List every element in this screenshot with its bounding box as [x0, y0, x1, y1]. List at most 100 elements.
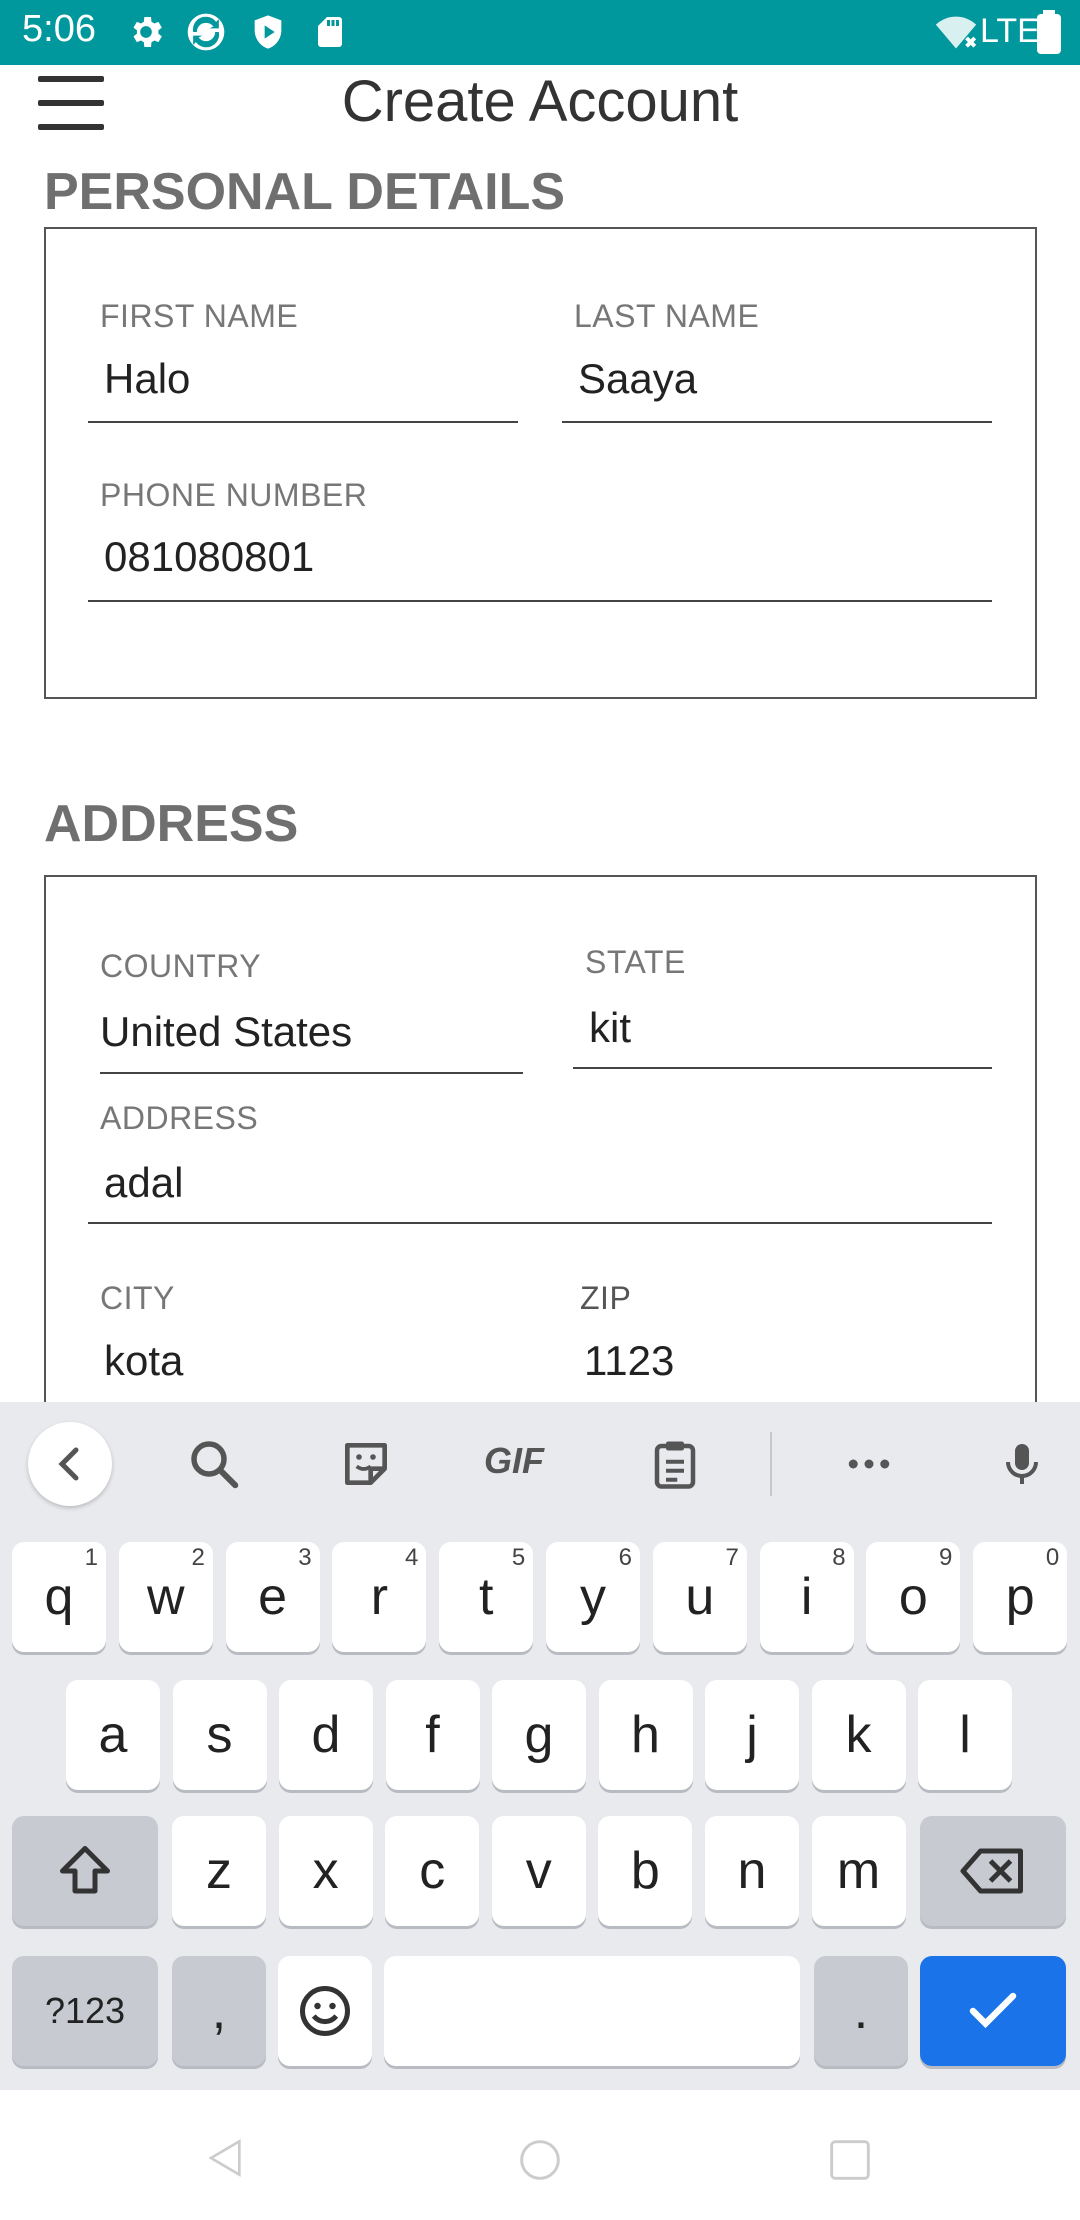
key-h[interactable]: h — [598, 1680, 693, 1790]
key-l[interactable]: l — [918, 1680, 1012, 1790]
key-l-label: l — [959, 1706, 971, 1764]
zip-label: ZIP — [580, 1280, 632, 1316]
battery-icon — [1037, 10, 1061, 54]
key-f[interactable]: f — [385, 1680, 480, 1790]
first-name-label: FIRST NAME — [100, 298, 299, 334]
key-w[interactable]: w2 — [118, 1542, 213, 1652]
address-field[interactable]: adal — [104, 1159, 183, 1207]
key-r[interactable]: r4 — [332, 1542, 427, 1652]
key-m[interactable]: m — [811, 1816, 906, 1926]
home-nav-icon[interactable] — [518, 2138, 562, 2182]
sticker-icon[interactable] — [338, 1432, 394, 1496]
key-y-hint: 6 — [618, 1544, 632, 1571]
key-z[interactable]: z — [172, 1816, 266, 1926]
key-e[interactable]: e3 — [225, 1542, 320, 1652]
shift-key[interactable] — [12, 1816, 158, 1926]
symbols-key[interactable]: ?123 — [12, 1956, 158, 2066]
chevron-left-icon — [58, 1447, 79, 1481]
key-p-label: p — [1005, 1568, 1035, 1626]
first-name-field[interactable]: Halo — [104, 355, 190, 403]
key-p[interactable]: p0 — [973, 1542, 1068, 1652]
key-a[interactable]: a — [66, 1680, 160, 1790]
key-o-hint: 9 — [939, 1544, 953, 1571]
key-q-label: q — [44, 1568, 74, 1626]
key-c-label: c — [419, 1842, 446, 1900]
phone-underline — [88, 600, 992, 602]
space-key[interactable] — [384, 1956, 800, 2066]
key-s-label: s — [206, 1706, 233, 1764]
key-r-hint: 4 — [405, 1544, 419, 1571]
key-j[interactable]: j — [705, 1680, 799, 1790]
backspace-key[interactable] — [920, 1816, 1066, 1926]
key-k[interactable]: k — [811, 1680, 906, 1790]
key-n[interactable]: n — [705, 1816, 799, 1926]
toolbar-divider — [770, 1432, 772, 1496]
emoji-key[interactable] — [278, 1956, 372, 2066]
key-v-label: v — [525, 1842, 552, 1900]
period-key[interactable]: . — [814, 1956, 908, 2066]
gif-button[interactable]: GIF — [484, 1440, 544, 1482]
key-q-hint: 1 — [84, 1544, 98, 1571]
key-i-hint: 8 — [832, 1544, 846, 1571]
key-b-label: b — [630, 1842, 660, 1900]
key-x[interactable]: x — [278, 1816, 373, 1926]
state-label: STATE — [585, 944, 686, 980]
key-v[interactable]: v — [491, 1816, 586, 1926]
key-g-label: g — [524, 1706, 554, 1764]
country-underline — [100, 1072, 523, 1074]
microphone-icon[interactable] — [998, 1432, 1046, 1496]
city-label: CITY — [100, 1280, 175, 1316]
emoji-icon — [300, 1986, 350, 2036]
state-underline — [573, 1067, 992, 1069]
enter-key[interactable] — [920, 1956, 1066, 2066]
key-r-label: r — [370, 1568, 389, 1626]
key-x-label: x — [312, 1842, 339, 1900]
last-name-field[interactable]: Saaya — [578, 355, 697, 403]
phone-label: PHONE NUMBER — [100, 477, 368, 513]
key-c[interactable]: c — [385, 1816, 480, 1926]
key-t-label: t — [478, 1568, 494, 1626]
key-i[interactable]: i8 — [759, 1542, 854, 1652]
country-field[interactable]: United States — [100, 1008, 352, 1056]
key-u[interactable]: u7 — [652, 1542, 747, 1652]
navigation-bar — [0, 2090, 1080, 2220]
key-p-hint: 0 — [1045, 1544, 1060, 1571]
key-b[interactable]: b — [598, 1816, 693, 1926]
key-m-label: m — [836, 1842, 881, 1900]
search-icon[interactable] — [184, 1432, 244, 1496]
keyboard-back-button[interactable] — [28, 1422, 112, 1506]
country-label: COUNTRY — [100, 948, 262, 984]
sd-card-icon — [318, 17, 342, 47]
key-q[interactable]: q1 — [12, 1542, 106, 1652]
key-t[interactable]: t5 — [439, 1542, 534, 1652]
address-label: ADDRESS — [100, 1100, 259, 1136]
key-d[interactable]: d — [279, 1680, 373, 1790]
key-g[interactable]: g — [492, 1680, 586, 1790]
wifi-off-icon — [935, 16, 977, 49]
key-t-hint: 5 — [511, 1544, 526, 1571]
backspace-icon — [960, 1848, 1023, 1894]
key-h-label: h — [631, 1706, 660, 1764]
key-d-label: d — [311, 1706, 341, 1764]
city-field[interactable]: kota — [104, 1337, 183, 1385]
more-icon[interactable] — [842, 1432, 896, 1496]
comma-key[interactable]: , — [172, 1956, 266, 2066]
recents-nav-icon[interactable] — [828, 2138, 872, 2182]
clipboard-icon[interactable] — [648, 1432, 702, 1496]
key-o-label: o — [898, 1568, 928, 1626]
zip-field[interactable]: 1123 — [584, 1337, 674, 1385]
key-w-hint: 2 — [191, 1544, 205, 1571]
key-e-label: e — [258, 1568, 288, 1626]
phone-field[interactable]: 081080801 — [104, 533, 314, 581]
key-y-label: y — [580, 1568, 606, 1626]
key-o[interactable]: o9 — [866, 1542, 961, 1652]
key-y[interactable]: y6 — [546, 1542, 640, 1652]
status-bar: 5:06 LTE — [0, 0, 1080, 65]
page-title: Create Account — [341, 69, 739, 134]
key-n-label: n — [737, 1842, 767, 1900]
first-name-underline — [88, 421, 518, 423]
key-s[interactable]: s — [172, 1680, 267, 1790]
checkmark-icon — [969, 1992, 1017, 2029]
back-nav-icon[interactable] — [204, 2138, 248, 2178]
state-field[interactable]: kit — [589, 1004, 631, 1052]
